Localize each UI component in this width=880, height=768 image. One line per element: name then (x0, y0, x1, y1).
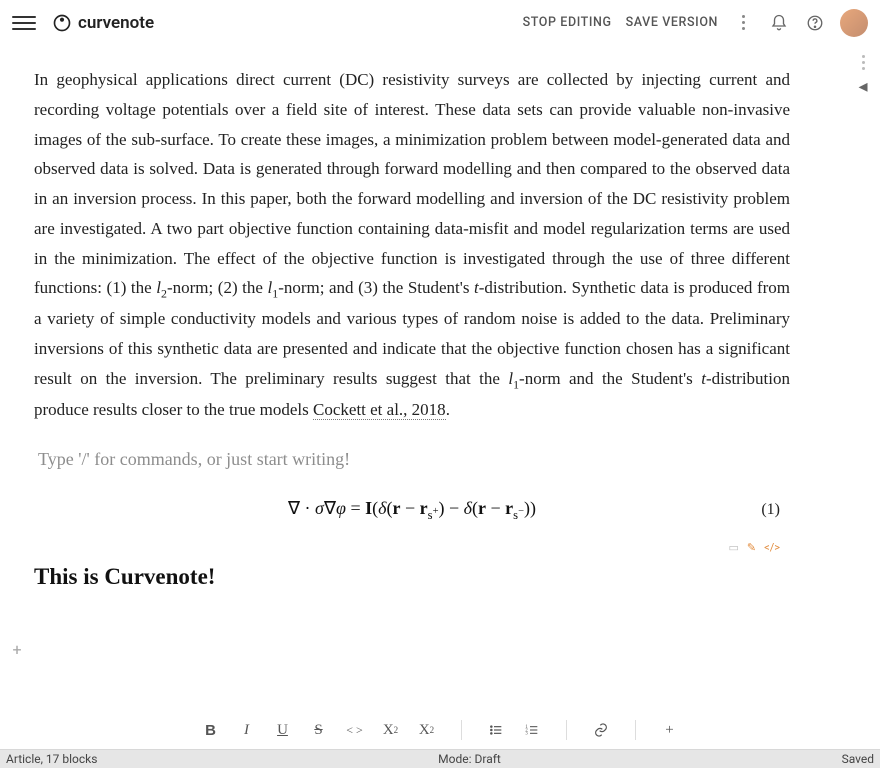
italic-button[interactable]: I (233, 716, 261, 744)
equation-content: ∇ · σ∇φ = I(δ(r − rs+) − δ(r − rs−)) (288, 498, 536, 523)
notifications-icon[interactable] (768, 12, 790, 34)
preview-icon[interactable]: ▭ (728, 541, 738, 554)
svg-text:3: 3 (525, 732, 528, 737)
subscript-button[interactable]: X2 (377, 716, 405, 744)
equation-number: (1) (761, 501, 780, 519)
logo[interactable]: curvenote (52, 13, 154, 33)
right-rail: ◂ (846, 45, 880, 768)
help-icon[interactable] (804, 12, 826, 34)
code-button[interactable]: < > (341, 716, 369, 744)
edit-icon[interactable]: ✎ (747, 541, 756, 554)
app-header: curvenote STOP EDITING SAVE VERSION (0, 0, 880, 45)
hamburger-menu-icon[interactable] (12, 11, 36, 35)
header-actions: STOP EDITING SAVE VERSION (523, 9, 868, 37)
insert-button[interactable]: + (656, 716, 684, 744)
user-avatar[interactable] (840, 9, 868, 37)
status-right: Saved (842, 752, 874, 766)
curvenote-logo-icon (52, 13, 72, 33)
more-options-icon[interactable] (732, 12, 754, 34)
strikethrough-button[interactable]: S (305, 716, 333, 744)
logo-text: curvenote (78, 13, 154, 33)
stop-editing-button[interactable]: STOP EDITING (523, 15, 612, 30)
right-options-icon[interactable] (862, 55, 865, 70)
article-body: In geophysical applications direct curre… (30, 45, 800, 590)
status-left: Article, 17 blocks (6, 752, 97, 766)
superscript-button[interactable]: X2 (413, 716, 441, 744)
underline-button[interactable]: U (269, 716, 297, 744)
save-version-button[interactable]: SAVE VERSION (626, 15, 718, 30)
bullet-list-button[interactable] (482, 716, 510, 744)
status-bar: Article, 17 blocks Mode: Draft Saved (0, 749, 880, 768)
add-block-button[interactable]: + (8, 640, 26, 658)
format-toolbar: B I U S < > X2 X2 123 + (0, 710, 880, 750)
left-gutter: + (0, 45, 30, 768)
section-heading[interactable]: This is Curvenote! (34, 564, 790, 590)
link-button[interactable] (587, 716, 615, 744)
status-center: Mode: Draft (438, 752, 501, 766)
new-block-placeholder[interactable]: Type '/' for commands, or just start wri… (38, 449, 790, 470)
equation-block[interactable]: ∇ · σ∇φ = I(δ(r − rs+) − δ(r − rs−)) (1) (34, 498, 790, 523)
equation-toolbar: ▭ ✎ </> (34, 541, 780, 554)
bold-button[interactable]: B (197, 716, 225, 744)
collapse-panel-icon[interactable]: ◂ (858, 76, 867, 97)
numbered-list-button[interactable]: 123 (518, 716, 546, 744)
abstract-paragraph[interactable]: In geophysical applications direct curre… (34, 65, 790, 425)
code-icon[interactable]: </> (764, 541, 780, 554)
